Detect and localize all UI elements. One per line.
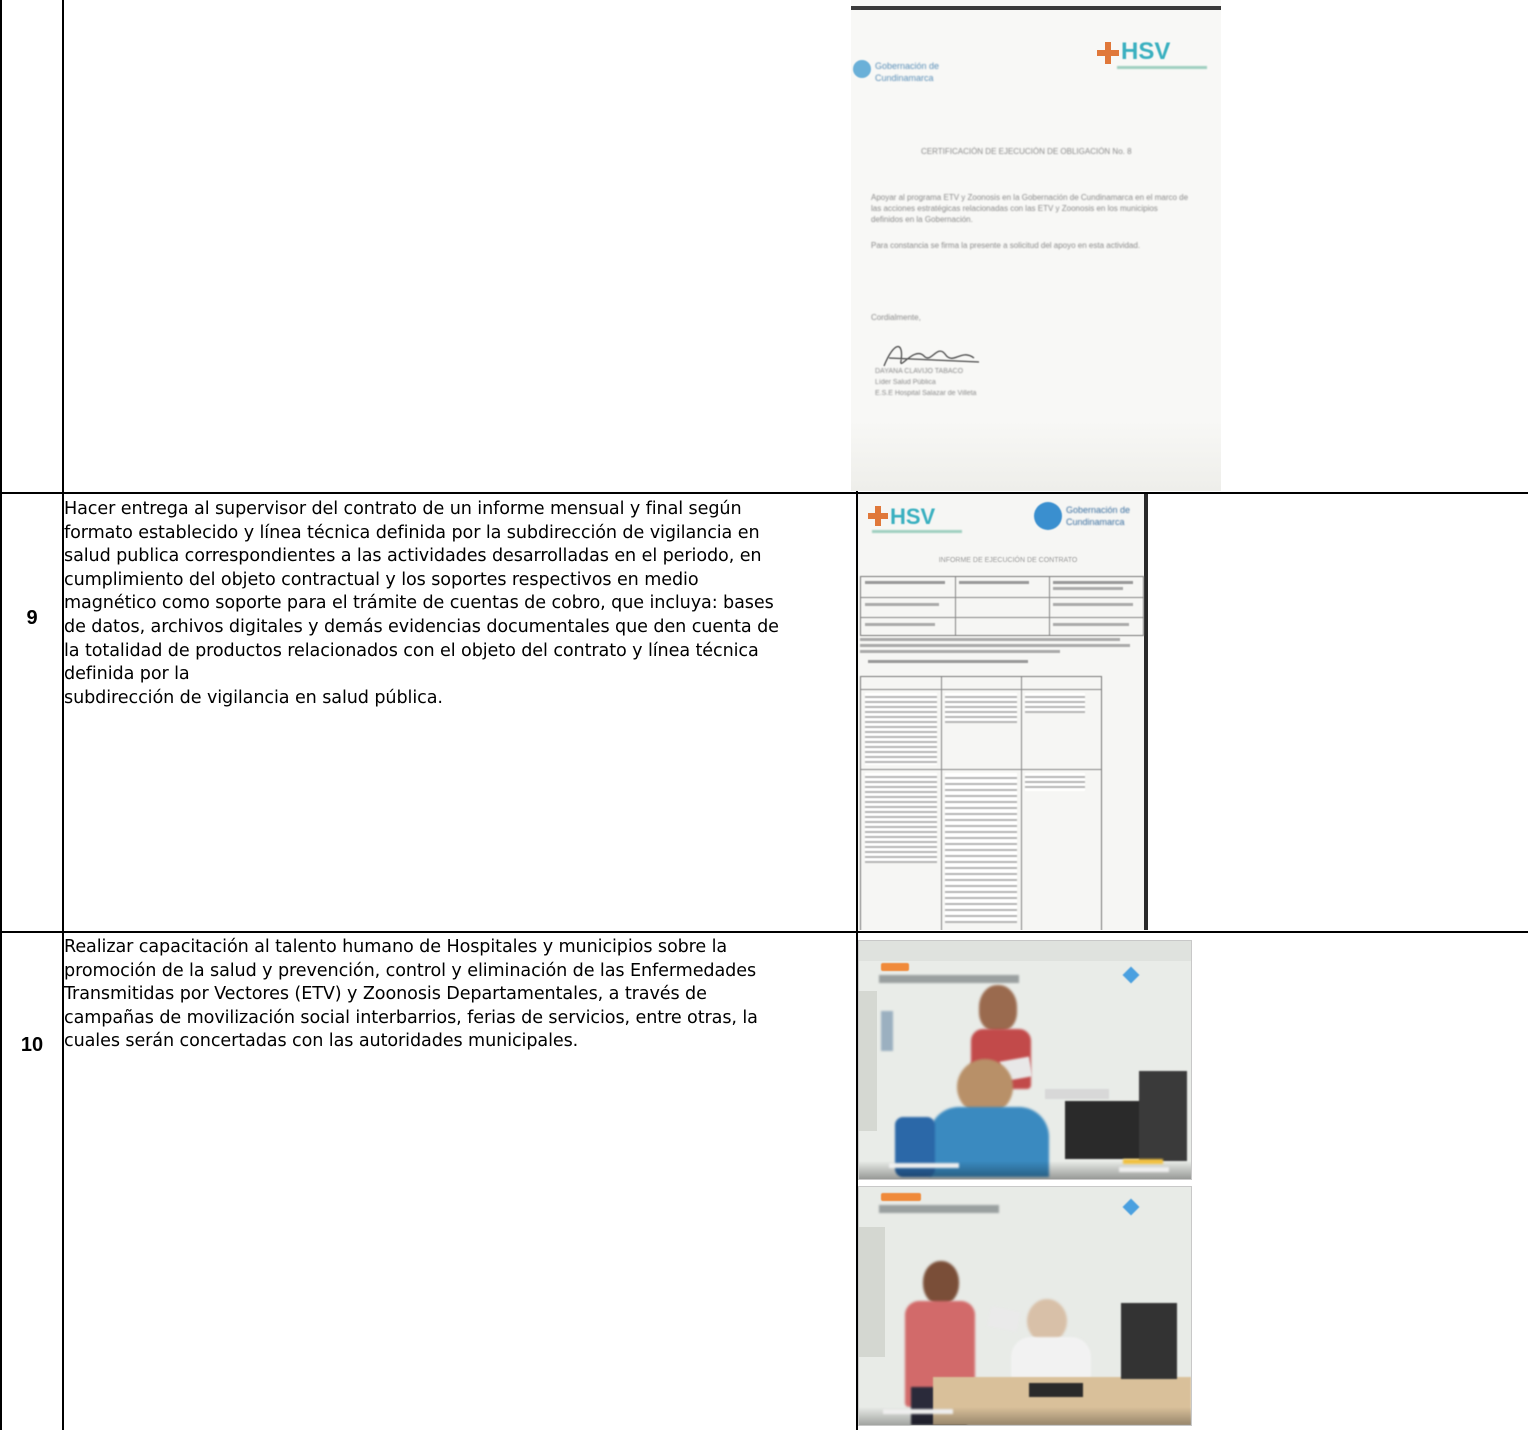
certificate-body: Para constancia se firma la presente a s… (871, 241, 1141, 250)
certificate-title: CERTIFICACIÓN DE EJECUCIÓN DE OBLIGACIÓN… (921, 147, 1132, 156)
row-number: 10 (20, 1034, 44, 1056)
report-info-table (860, 576, 1144, 636)
certificate-body: Apoyar al programa ETV y Zoonosis en la … (871, 193, 1189, 224)
training-photo-1 (858, 940, 1192, 1180)
table-column-divider (62, 0, 64, 1430)
certificate-scan-image: Gobernación de Cundinamarca HSV CERTIFIC… (851, 0, 1221, 491)
certificate-closing: Cordialmente, (871, 313, 921, 322)
table-border-left (0, 0, 2, 1430)
hsv-cross-icon (868, 506, 888, 526)
hsv-logo: HSV (868, 504, 968, 538)
training-photo-2 (858, 1186, 1192, 1426)
signer-organization: E.S.E Hospital Salazar de Villeta (875, 390, 977, 397)
map-pin-icon (1122, 1198, 1140, 1216)
hsv-cross-icon (1097, 42, 1119, 64)
row-divider (0, 931, 1528, 933)
report-scan-image: HSV Gobernación de Cundinamarca INFORME … (858, 494, 1148, 930)
report-activities-table (860, 676, 1102, 930)
row-divider (0, 492, 1528, 494)
map-pin-icon (1122, 966, 1140, 984)
certificate-logo-left: Gobernación de Cundinamarca (875, 61, 940, 83)
camera-badge-icon (881, 963, 909, 971)
hsv-logo: HSV (1097, 38, 1207, 74)
report-title: INFORME DE EJECUCIÓN DE CONTRATO (938, 557, 1078, 564)
camera-badge-icon (881, 1193, 921, 1201)
row-description: Hacer entrega al supervisor del contrato… (64, 499, 779, 708)
government-logo (1034, 502, 1062, 530)
certificate-logo-right: HSV (1121, 38, 1171, 65)
row-description: Realizar capacitación al talento humano … (64, 937, 758, 1052)
report-logo-right: Gobernación de Cundinamarca (1066, 505, 1131, 527)
row-number: 9 (26, 607, 38, 629)
government-logo (853, 60, 871, 78)
report-logo-left: HSV (890, 504, 936, 529)
